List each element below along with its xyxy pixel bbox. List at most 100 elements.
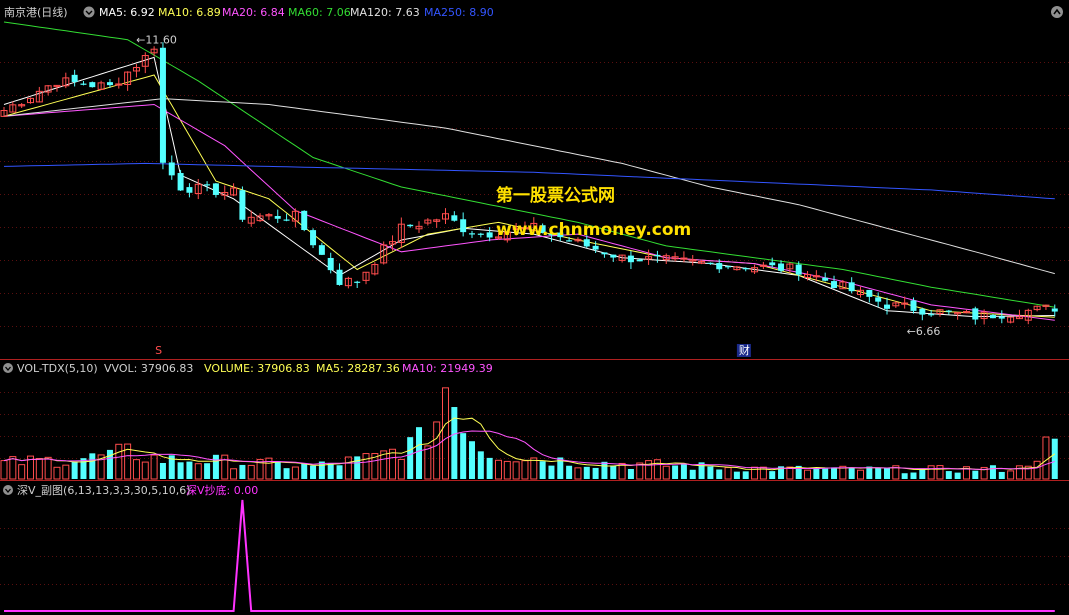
candle-body [769, 262, 776, 266]
candle-body [310, 230, 317, 246]
volume-bar [177, 462, 184, 479]
finance-marker-label: 财 [739, 343, 750, 357]
legend-ma250: MA250: 8.90 [424, 6, 494, 19]
candle-body [707, 262, 714, 264]
volume-bar [327, 463, 334, 479]
volume-bar [627, 468, 634, 479]
indicator-title: 深V_副图(6,13,13,3,3,30,5,10,6) [17, 484, 191, 497]
volume-bar [884, 467, 890, 479]
volume-bar [354, 456, 361, 479]
volume-bar [866, 466, 873, 479]
candle-body [477, 233, 484, 235]
candle-body [177, 173, 184, 191]
stock-title: 南京港(日线) [4, 5, 68, 19]
volume-bar [998, 471, 1005, 479]
candle-body [336, 269, 343, 285]
legend-ma20: MA20: 6.84 [222, 6, 285, 19]
candle-body [460, 219, 467, 233]
legend-ma5: MA5: 6.92 [99, 6, 155, 19]
candle-body [866, 289, 873, 297]
volume-bar [89, 453, 96, 479]
candle-body [89, 82, 96, 88]
volume-bar [672, 465, 679, 479]
candle-body [318, 245, 325, 255]
watermark-title: 第一股票公式网 [496, 185, 615, 206]
collapse-icon[interactable] [83, 6, 95, 18]
sell-marker: S [155, 344, 162, 357]
volume-bar [486, 457, 493, 479]
volume-bar [945, 471, 952, 479]
volume-collapse-icon[interactable] [3, 363, 13, 373]
volume-legend: VOL-TDX(5,10) VVOL: 37906.83 VOLUME: 379… [3, 362, 493, 375]
volume-ma5: MA5: 28287.36 [316, 362, 400, 375]
volume-bar [460, 433, 467, 479]
candle-body [989, 315, 996, 319]
volume-bar [566, 465, 573, 479]
volume-bar [204, 463, 211, 479]
candle-body [716, 263, 723, 270]
candle-body [928, 314, 935, 316]
volume-bar [283, 468, 290, 479]
candle-body [1051, 308, 1058, 312]
volume-bar [71, 461, 78, 479]
volume-bar [822, 468, 829, 479]
volume-bar [477, 451, 484, 479]
candle-body [204, 184, 211, 186]
candle-body [212, 183, 219, 195]
watermark-url: www.chnmoney.com [496, 220, 691, 240]
candle-body [239, 190, 246, 220]
finance-marker[interactable]: 财 [736, 343, 751, 357]
volume-bar [716, 469, 723, 479]
candle-body [848, 282, 855, 292]
scroll-up-icon[interactable] [1051, 6, 1063, 18]
candle-body [168, 162, 175, 176]
candle [239, 186, 246, 222]
volume-bar [610, 465, 617, 479]
volume-bar [831, 467, 838, 479]
volume-bar [954, 472, 961, 479]
volume-bar [310, 465, 317, 479]
volume-bar [468, 441, 475, 479]
candle-body [998, 316, 1005, 319]
legend-ma120: MA120: 7.63 [350, 6, 420, 19]
candle-body [884, 304, 890, 309]
volume-bar [548, 465, 555, 479]
candle-body [910, 300, 917, 311]
candle-body [407, 224, 414, 227]
candle-body [945, 310, 952, 312]
candle [159, 42, 166, 170]
volume-bar [186, 461, 193, 479]
indicator-legend: 深V_副图(6,13,13,3,3,30,5,10,6) 深V抄底: 0.00 [3, 483, 258, 497]
candle-body [601, 252, 608, 255]
volume-bar [159, 462, 166, 479]
candle-body [654, 254, 661, 257]
candle-body [106, 82, 113, 86]
volume-bar [733, 471, 740, 479]
high-price-annotation: ←11.60 [136, 34, 177, 47]
candle-body [972, 308, 979, 320]
candle-body [725, 266, 732, 268]
candle-body [919, 308, 926, 315]
candle-body [831, 281, 838, 288]
volume-bar [848, 467, 855, 479]
indicator-collapse-icon[interactable] [3, 485, 13, 495]
volume-bar [972, 470, 979, 479]
candle-body [592, 245, 599, 250]
candle-body [583, 239, 590, 247]
candle-body [778, 263, 785, 271]
indicator-signal-value: 深V抄底: 0.00 [186, 483, 258, 497]
candle-body [742, 268, 749, 270]
volume-bar [742, 471, 749, 479]
candle [301, 210, 308, 232]
volume-bar [212, 454, 219, 479]
volume-bar [336, 465, 343, 479]
volume-bar [1051, 438, 1058, 479]
candle-body [610, 254, 617, 258]
volume-bar [583, 466, 590, 479]
stock-chart[interactable]: 南京港(日线) MA5: 6.92 MA10: 6.89 MA20: 6.84 … [0, 0, 1069, 615]
candle-body [822, 277, 829, 281]
volume-bar [707, 466, 714, 479]
volume-bar [239, 464, 246, 479]
volume-bar [813, 467, 820, 479]
candle-body [468, 233, 475, 235]
